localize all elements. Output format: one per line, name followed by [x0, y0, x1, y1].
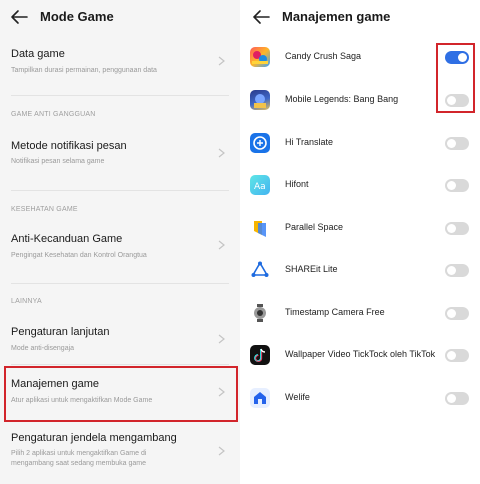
- app-name: Wallpaper Video TickTock oleh TikTok: [285, 349, 436, 359]
- app-row-shareit-lite: SHAREit Lite: [240, 250, 480, 290]
- app-name: Hi Translate: [285, 137, 334, 147]
- section-header: LAINNYA: [11, 298, 42, 305]
- app-row-parallel-space: Parallel Space: [240, 208, 480, 248]
- advanced-settings-label: Pengaturan lanjutan: [11, 326, 110, 338]
- app-row-tiktok-wallpaper: Wallpaper Video TickTock oleh TikTok: [240, 335, 480, 375]
- anti-addiction-label: Anti-Kecanduan Game: [11, 233, 123, 245]
- app-name: Timestamp Camera Free: [285, 307, 385, 317]
- candy-crush-icon: [250, 47, 270, 67]
- parallel-space-toggle[interactable]: [445, 222, 469, 235]
- toggle-knob: [447, 351, 456, 360]
- app-name: Welife: [285, 392, 310, 402]
- welife-toggle[interactable]: [445, 392, 469, 405]
- tiktok-wallpaper-icon: [250, 345, 270, 365]
- floating-window-settings-item[interactable]: Pengaturan jendela mengambang Pilih 2 ap…: [0, 424, 240, 484]
- app-name: Mobile Legends: Bang Bang: [285, 94, 399, 104]
- toggle-knob: [447, 309, 456, 318]
- mode-game-screen: Mode Game Data game Tampilkan durasi per…: [0, 0, 240, 484]
- floating-window-label: Pengaturan jendela mengambang: [11, 432, 177, 444]
- hi-translate-toggle[interactable]: [445, 137, 469, 150]
- page-title: Mode Game: [40, 9, 114, 24]
- toggle-knob: [447, 181, 456, 190]
- section-header: KESEHATAN GAME: [11, 206, 78, 213]
- app-row-hi-translate: Hi Translate: [240, 123, 480, 163]
- notification-method-description: Notifikasi pesan selama game: [11, 158, 105, 165]
- back-arrow-icon[interactable]: [252, 9, 270, 25]
- anti-addiction-description: Pengingat Kesehatan dan Kontrol Orangtua: [11, 252, 147, 259]
- floating-window-description: mengambang saat sedang membuka game: [11, 460, 147, 467]
- toggle-knob: [447, 394, 456, 403]
- floating-window-description: Pilih 2 aplikasi untuk mengaktifkan Game…: [11, 450, 147, 457]
- highlight-box: [436, 43, 475, 113]
- app-name: Parallel Space: [285, 222, 344, 232]
- app-name: Hifont: [285, 179, 309, 189]
- highlight-box: [4, 366, 238, 422]
- divider: [11, 95, 229, 96]
- timestamp-camera-icon: [250, 303, 270, 323]
- mode-game-header: Mode Game: [0, 0, 240, 34]
- hifont-toggle[interactable]: [445, 179, 469, 192]
- chevron-right-icon: [218, 446, 225, 456]
- notification-method-label: Metode notifikasi pesan: [11, 140, 127, 152]
- divider: [11, 283, 229, 284]
- timestamp-camera-toggle[interactable]: [445, 307, 469, 320]
- hi-translate-icon: [250, 133, 270, 153]
- toggle-knob: [447, 224, 456, 233]
- divider: [11, 190, 229, 191]
- app-row-hifont: Aa Hifont: [240, 165, 480, 205]
- data-game-label: Data game: [11, 48, 65, 60]
- shareit-lite-icon: [250, 260, 270, 280]
- hifont-icon: Aa: [250, 175, 270, 195]
- data-game-description: Tampilkan durasi permainan, penggunaan d…: [11, 67, 157, 74]
- mobile-legends-icon: [250, 90, 270, 110]
- page-title: Manajemen game: [282, 9, 391, 24]
- parallel-space-icon: [250, 218, 270, 238]
- toggle-knob: [447, 266, 456, 275]
- divider: [11, 364, 229, 365]
- back-arrow-icon[interactable]: [10, 9, 28, 25]
- advanced-settings-description: Mode anti-disengaja: [11, 345, 75, 352]
- app-name: SHAREit Lite: [285, 264, 338, 274]
- shareit-lite-toggle[interactable]: [445, 264, 469, 277]
- chevron-right-icon: [218, 56, 225, 66]
- app-row-timestamp-camera: Timestamp Camera Free: [240, 293, 480, 333]
- chevron-right-icon: [218, 148, 225, 158]
- app-row-welife: Welife: [240, 378, 480, 418]
- anti-addiction-item[interactable]: Anti-Kecanduan Game Pengingat Kesehatan …: [0, 222, 240, 270]
- tiktok-wallpaper-toggle[interactable]: [445, 349, 469, 362]
- advanced-settings-item[interactable]: Pengaturan lanjutan Mode anti-disengaja: [0, 316, 240, 362]
- game-management-header: Manajemen game: [240, 0, 480, 34]
- svg-text:Aa: Aa: [254, 182, 266, 192]
- chevron-right-icon: [218, 240, 225, 250]
- welife-icon: [250, 388, 270, 408]
- toggle-knob: [447, 139, 456, 148]
- app-name: Candy Crush Saga: [285, 51, 362, 61]
- chevron-right-icon: [218, 334, 225, 344]
- game-management-screen: Manajemen game Candy Crush Saga Mobile L…: [240, 0, 480, 484]
- notification-method-item[interactable]: Metode notifikasi pesan Notifikasi pesan…: [0, 130, 240, 176]
- data-game-item[interactable]: Data game Tampilkan durasi permainan, pe…: [0, 38, 240, 90]
- section-header: GAME ANTI GANGGUAN: [11, 111, 96, 118]
